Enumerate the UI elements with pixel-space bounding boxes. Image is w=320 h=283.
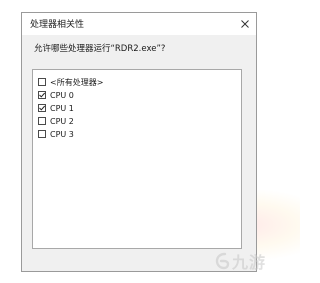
list-item-cpu2[interactable]: CPU 2	[38, 115, 74, 127]
list-item-label: CPU 2	[50, 116, 74, 126]
checkmark-icon	[39, 105, 46, 111]
checkbox-all-processors[interactable]	[38, 78, 46, 86]
list-item-cpu0[interactable]: CPU 0	[38, 89, 74, 101]
list-item-cpu1[interactable]: CPU 1	[38, 102, 74, 114]
list-item-label: CPU 3	[50, 129, 74, 139]
list-item-label: <所有处理器>	[50, 77, 104, 87]
checkbox-cpu0[interactable]	[38, 91, 46, 99]
processor-affinity-dialog: 处理器相关性 允许哪些处理器运行“RDR2.exe”? <所有处理器> CPU …	[21, 12, 257, 272]
close-icon	[241, 20, 249, 28]
checkbox-cpu1[interactable]	[38, 104, 46, 112]
watermark: 九游	[214, 249, 266, 273]
watermark-text: 九游	[232, 253, 267, 272]
dialog-title: 处理器相关性	[30, 20, 85, 30]
close-button[interactable]	[234, 13, 256, 35]
list-item-label: CPU 1	[50, 103, 74, 113]
list-item-cpu3[interactable]: CPU 3	[38, 128, 74, 140]
list-item-label: CPU 0	[50, 90, 74, 100]
processor-list[interactable]: <所有处理器> CPU 0 CPU 1 CPU 2 CPU 3	[32, 69, 242, 249]
list-item-all-processors[interactable]: <所有处理器>	[38, 76, 103, 88]
checkmark-icon	[39, 92, 46, 98]
jiuyou-logo-icon	[215, 252, 230, 270]
checkbox-cpu3[interactable]	[38, 130, 46, 138]
checkbox-cpu2[interactable]	[38, 117, 46, 125]
dialog-prompt: 允许哪些处理器运行“RDR2.exe”?	[34, 44, 166, 54]
title-bar: 处理器相关性	[22, 13, 256, 35]
